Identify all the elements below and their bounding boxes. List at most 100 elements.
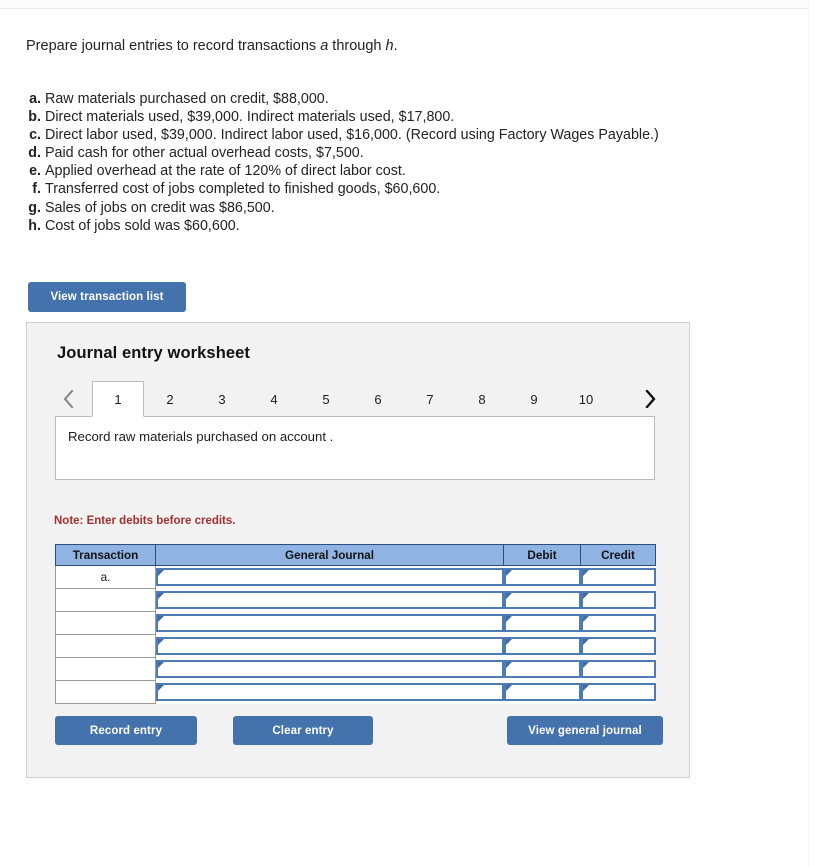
transaction-cell-row-3 [55, 611, 156, 635]
transaction-text-h: Cost of jobs sold was $60,600. [45, 217, 240, 234]
debit-cell-row-1 [503, 565, 581, 589]
credit-input-row-5[interactable] [580, 660, 656, 678]
credit-cell-row-4 [580, 634, 656, 658]
table-row: a. [55, 565, 656, 589]
credit-input-row-1[interactable] [580, 568, 656, 587]
debit-input-row-6[interactable] [503, 683, 581, 701]
worksheet-tab-7[interactable]: 7 [404, 381, 456, 417]
credit-cell-row-6 [580, 680, 656, 704]
transaction-key-h: h. [28, 217, 41, 234]
worksheet-tab-3[interactable]: 3 [196, 381, 248, 417]
transaction-text-b: Direct materials used, $39,000. Indirect… [45, 109, 455, 126]
general-journal-cell-row-2 [155, 588, 504, 612]
transaction-item-g: g. Sales of jobs on credit was $86,500. [24, 199, 659, 217]
worksheet-tab-6[interactable]: 6 [352, 381, 404, 417]
prompt-text-after: . [393, 38, 398, 54]
worksheet-tab-2[interactable]: 2 [144, 381, 196, 417]
general-journal-cell-row-5 [155, 657, 504, 681]
credit-input-row-6[interactable] [580, 683, 656, 701]
credit-cell-row-1 [580, 565, 656, 589]
worksheet-tab-10[interactable]: 10 [560, 381, 612, 417]
debit-cell-row-2 [503, 588, 581, 612]
chevron-left-icon[interactable] [55, 381, 81, 417]
credit-input-row-2[interactable] [580, 591, 656, 609]
view-transaction-list-button[interactable]: View transaction list [28, 282, 186, 312]
table-row [55, 657, 656, 681]
worksheet-tab-1[interactable]: 1 [92, 381, 144, 417]
transaction-key-g: g. [28, 199, 41, 216]
transaction-cell-row-1: a. [55, 565, 156, 589]
transaction-item-d: d. Paid cash for other actual overhead co… [24, 144, 659, 162]
page-prompt: Prepare journal entries to record transa… [26, 37, 398, 55]
transaction-key-d: d. [28, 145, 41, 162]
transaction-text-a: Raw materials purchased on credit, $88,0… [45, 91, 329, 107]
view-general-journal-button[interactable]: View general journal [507, 716, 663, 745]
general-journal-input-row-3[interactable] [156, 614, 504, 632]
clear-entry-button[interactable]: Clear entry [233, 716, 373, 745]
credit-cell-row-2 [580, 588, 656, 612]
credit-cell-row-3 [580, 611, 656, 635]
transaction-cell-row-2 [55, 588, 156, 612]
debit-input-row-5[interactable] [503, 660, 581, 678]
general-journal-input-row-6[interactable] [156, 683, 504, 701]
journal-entry-worksheet-panel: Journal entry worksheet 1 2 3 4 5 6 7 8 … [26, 322, 690, 778]
transaction-cell-row-4 [55, 634, 156, 658]
transaction-key-e: e. [29, 163, 41, 180]
worksheet-instruction-box: Record raw materials purchased on accoun… [55, 416, 655, 480]
transaction-item-h: h. Cost of jobs sold was $60,600. [24, 217, 659, 235]
transaction-key-f: f. [32, 181, 41, 198]
general-journal-cell-row-4 [155, 634, 504, 658]
transaction-text-c: Direct labor used, $39,000. Indirect lab… [45, 127, 659, 144]
column-header-credit: Credit [580, 544, 656, 566]
page-right-edge [808, 0, 809, 866]
transaction-item-b: b. Direct materials used, $39,000. Indire… [24, 108, 659, 126]
debit-cell-row-4 [503, 634, 581, 658]
worksheet-tab-9[interactable]: 9 [508, 381, 560, 417]
chevron-right-icon[interactable] [637, 381, 663, 417]
general-journal-input-row-5[interactable] [156, 660, 504, 678]
record-entry-button[interactable]: Record entry [55, 716, 197, 745]
debit-cell-row-5 [503, 657, 581, 681]
transaction-key-a: a. [29, 91, 41, 107]
transaction-text-e: Applied overhead at the rate of 120% of … [45, 163, 406, 180]
transaction-item-e: e. Applied overhead at the rate of 120% o… [24, 162, 659, 180]
general-journal-input-row-1[interactable] [156, 568, 504, 587]
debit-input-row-3[interactable] [503, 614, 581, 632]
table-row [55, 588, 656, 612]
worksheet-tab-strip: 1 2 3 4 5 6 7 8 9 10 [55, 381, 663, 417]
general-journal-input-row-2[interactable] [156, 591, 504, 609]
journal-entry-table: Transaction General Journal Debit Credit… [55, 544, 656, 704]
table-row [55, 680, 656, 704]
debit-input-row-4[interactable] [503, 637, 581, 655]
worksheet-tab-5[interactable]: 5 [300, 381, 352, 417]
general-journal-input-row-4[interactable] [156, 637, 504, 655]
worksheet-tab-8[interactable]: 8 [456, 381, 508, 417]
transaction-item-a: a. Raw materials purchased on credit, $88… [24, 90, 659, 108]
browser-top-chrome-strip [0, 0, 808, 9]
debit-input-row-2[interactable] [503, 591, 581, 609]
column-header-general-journal: General Journal [155, 544, 504, 566]
transaction-item-c: c. Direct labor used, $39,000. Indirect l… [24, 126, 659, 144]
column-header-debit: Debit [503, 544, 581, 566]
worksheet-tab-4[interactable]: 4 [248, 381, 300, 417]
prompt-text-before: Prepare journal entries to record transa… [26, 38, 321, 54]
debit-input-row-1[interactable] [503, 568, 581, 587]
prompt-italic-h: h [385, 38, 394, 54]
transaction-text-f: Transferred cost of jobs completed to fi… [45, 181, 441, 198]
debit-cell-row-3 [503, 611, 581, 635]
transaction-text-g: Sales of jobs on credit was $86,500. [45, 199, 275, 216]
transaction-text-d: Paid cash for other actual overhead cost… [45, 145, 364, 162]
general-journal-cell-row-3 [155, 611, 504, 635]
transaction-list: a. Raw materials purchased on credit, $88… [24, 90, 659, 235]
general-journal-cell-row-1 [155, 565, 504, 589]
worksheet-instruction-text: Record raw materials purchased on accoun… [68, 429, 334, 444]
credit-input-row-4[interactable] [580, 637, 656, 655]
transaction-item-f: f. Transferred cost of jobs completed to … [24, 180, 659, 198]
table-row [55, 634, 656, 658]
transaction-cell-row-6 [55, 680, 156, 704]
debits-before-credits-note: Note: Enter debits before credits. [54, 515, 236, 527]
credit-input-row-3[interactable] [580, 614, 656, 632]
column-header-transaction: Transaction [55, 544, 156, 566]
transaction-key-c: c. [29, 127, 41, 144]
table-row [55, 611, 656, 635]
